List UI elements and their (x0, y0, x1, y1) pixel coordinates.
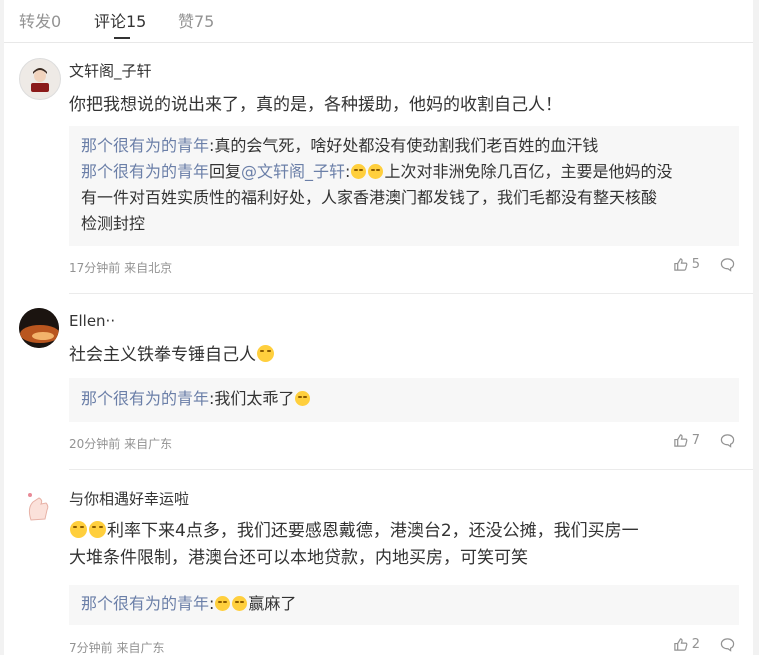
tired-emoji-icon (215, 596, 231, 611)
laugh-cry-emoji-icon (70, 521, 87, 538)
reply-mention[interactable]: @文轩阁_子轩 (241, 162, 345, 181)
like-button[interactable]: 2 (673, 637, 700, 652)
active-tab-indicator (114, 37, 130, 39)
reply-bubble-icon[interactable] (720, 637, 735, 652)
like-button[interactable]: 5 (673, 257, 700, 272)
username[interactable]: 与你相遇好幸运啦 (69, 488, 189, 509)
thumbs-up-icon (673, 258, 688, 271)
thumbs-up-icon (673, 434, 688, 447)
avatar[interactable] (19, 308, 59, 348)
comment-meta: 17分钟前 来自北京 (69, 261, 173, 275)
comment-meta: 7分钟前 来自广东 (69, 641, 165, 655)
avatar[interactable] (19, 486, 59, 526)
tab-likes[interactable]: 赞75 (178, 8, 214, 32)
comment-divider (69, 293, 753, 294)
reply-text: 赢麻了 (248, 594, 297, 613)
reply-author[interactable]: 那个很有为的青年 (81, 389, 209, 408)
like-count: 5 (691, 257, 700, 272)
laugh-cry-emoji-icon (351, 164, 367, 179)
reply-bubble-icon[interactable] (720, 257, 735, 272)
comment-text: 社会主义铁拳专锤自己人 (69, 342, 739, 369)
reply-text: 我们太乖了 (214, 389, 295, 408)
reply-author[interactable]: 那个很有为的青年 (81, 162, 209, 181)
username[interactable]: 文轩阁_子轩 (69, 60, 152, 81)
reply-author[interactable]: 那个很有为的青年 (81, 594, 209, 613)
comment-meta: 20分钟前 来自广东 (69, 437, 173, 451)
comment-divider (69, 469, 753, 470)
comment-panel: 转发0 评论15 赞75 文轩阁_子轩 你把我想说的说出来了，真的是，各种援助，… (4, 0, 753, 655)
reply-text: 检测封控 (81, 214, 146, 233)
reply: 那个很有为的青年:真的会气死，啥好处都没有使劲割我们老百姓的血汗钱 (81, 136, 599, 155)
avatar[interactable] (19, 58, 61, 100)
reply: 那个很有为的青年回复@文轩阁_子轩: 上次对非洲免除几百亿，主要是他妈的没 有一件… (81, 159, 727, 237)
reply-text: 有一件对百姓实质性的福利好处，人家香港澳门都发钱了，我们毛都没有整天核酸 (81, 188, 658, 207)
reply-text: 上次对非洲免除几百亿，主要是他妈的没 (384, 162, 673, 181)
tab-bar: 转发0 评论15 赞75 (4, 0, 753, 43)
laugh-cry-emoji-icon (368, 164, 384, 179)
reply-text: 真的会气死，啥好处都没有使劲割我们老百姓的血汗钱 (214, 136, 599, 155)
reply-box: 那个很有为的青年:真的会气死，啥好处都没有使劲割我们老百姓的血汗钱 那个很有为的… (69, 126, 739, 246)
party-emoji-icon (295, 391, 311, 406)
tab-comments[interactable]: 评论15 (94, 8, 146, 32)
comment-actions: 7 (673, 433, 735, 448)
comment-text: 利率下来4点多，我们还要感恩戴德，港澳台2，还没公摊，我们买房一 大堆条件限制，… (69, 521, 639, 568)
like-button[interactable]: 7 (673, 433, 700, 448)
reply-author[interactable]: 那个很有为的青年 (81, 136, 209, 155)
like-count: 2 (691, 637, 700, 652)
comment-actions: 5 (673, 257, 735, 272)
tired-emoji-icon (232, 596, 248, 611)
like-count: 7 (691, 433, 700, 448)
comment-actions: 2 (673, 637, 735, 652)
reply-box: 那个很有为的青年:我们太乖了 (69, 378, 739, 422)
reply-bubble-icon[interactable] (720, 433, 735, 448)
reply: 那个很有为的青年: 赢麻了 (81, 594, 297, 613)
laugh-cry-emoji-icon (89, 521, 106, 538)
laugh-cry-emoji-icon (257, 345, 274, 362)
reply: 那个很有为的青年:我们太乖了 (81, 386, 727, 412)
reply-box: 那个很有为的青年: 赢麻了 (69, 585, 739, 625)
thumbs-up-icon (673, 638, 688, 651)
username[interactable]: Ellen·· (69, 312, 115, 330)
tab-reposts[interactable]: 转发0 (19, 8, 61, 32)
comment-text: 你把我想说的说出来了，真的是，各种援助，他妈的收割自己人！ (69, 95, 562, 115)
